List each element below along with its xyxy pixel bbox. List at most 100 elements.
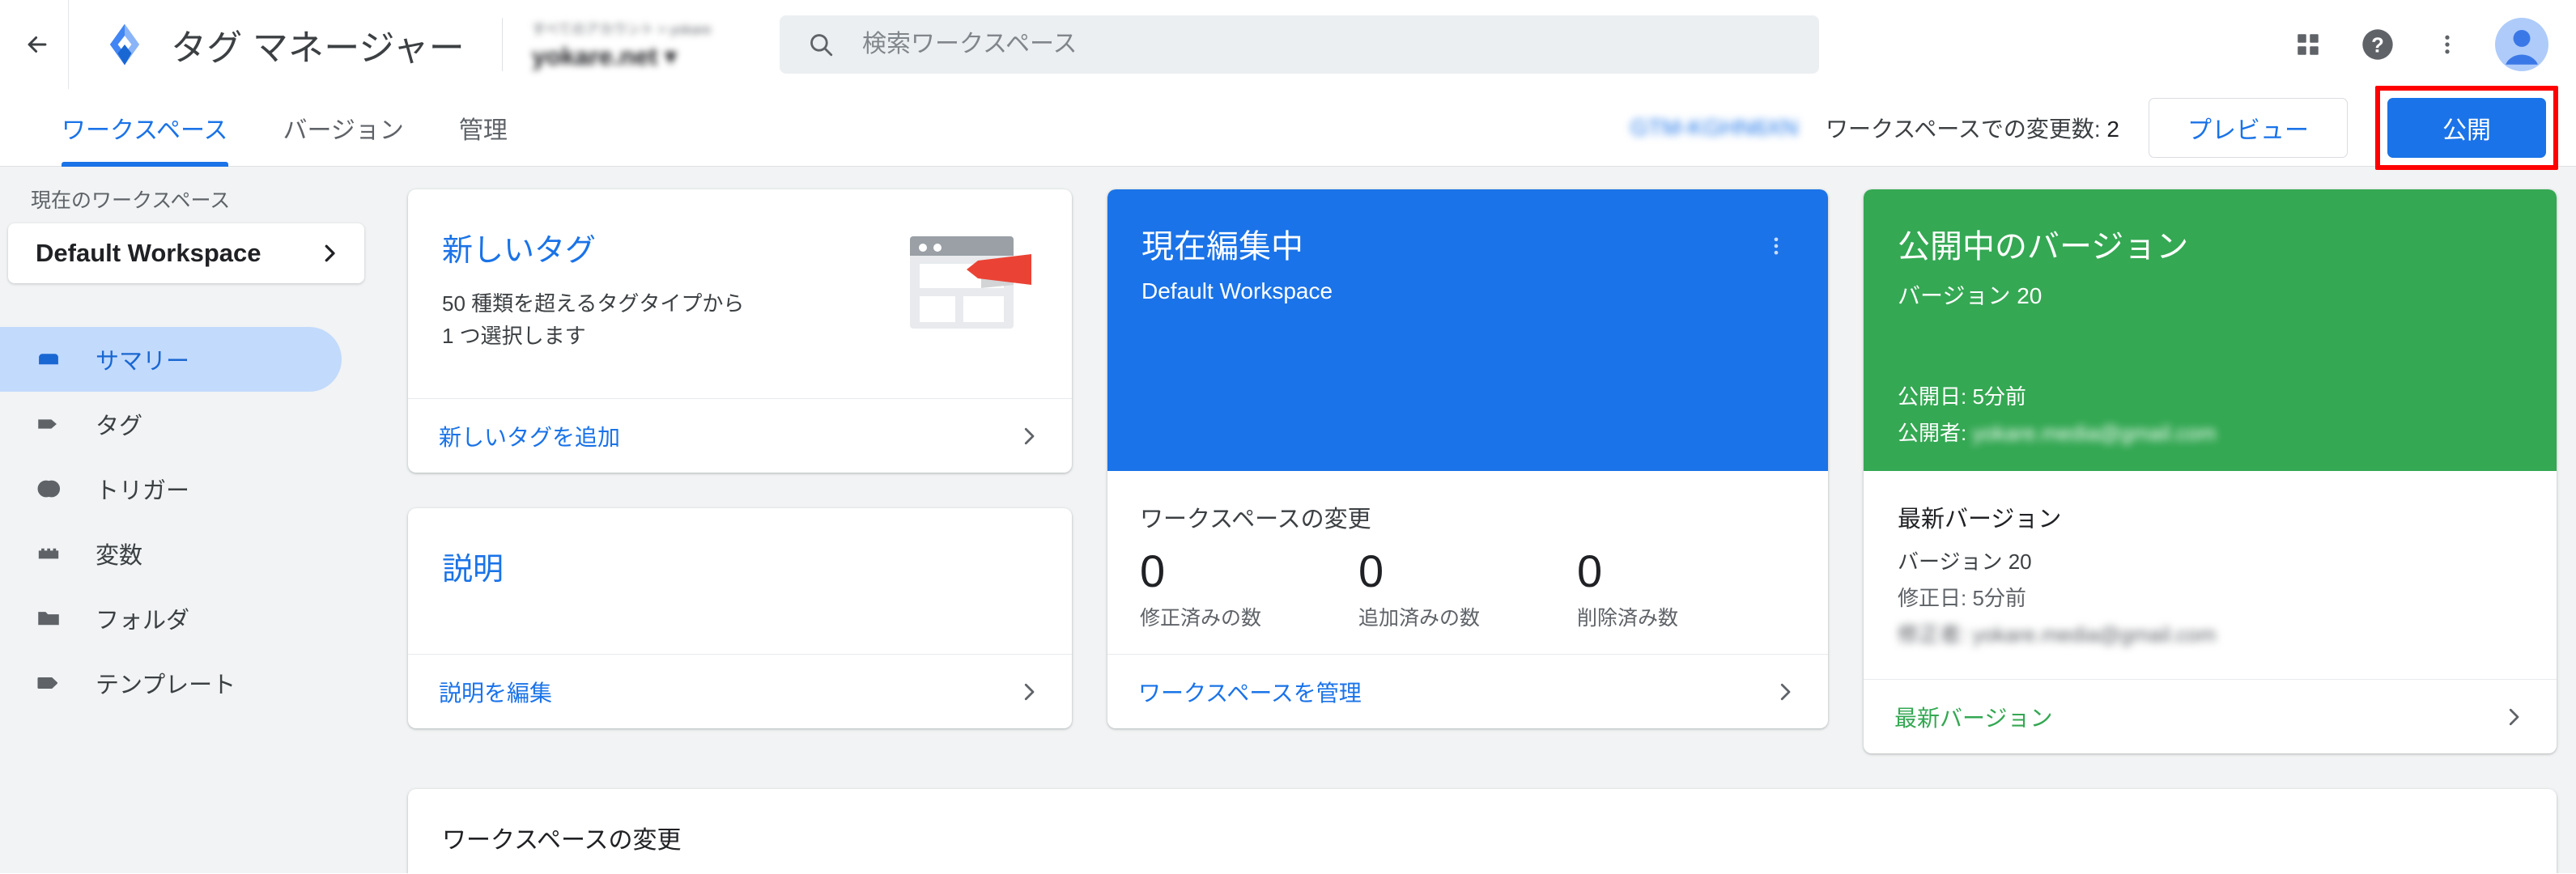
workspace-changes-title: ワークスペースの変更 bbox=[1140, 507, 1371, 532]
published-by-label: 公開者: bbox=[1898, 421, 1967, 445]
more-vert-icon[interactable] bbox=[1753, 223, 1799, 269]
new-tag-card-action-label: 新しいタグを追加 bbox=[439, 424, 621, 450]
published-version-meta: 公開日: 5分前 公開者: yokare.media@gmail.com bbox=[1898, 380, 2523, 471]
summary-icon bbox=[31, 346, 66, 373]
tag-manager-logo bbox=[101, 21, 148, 68]
variable-icon bbox=[31, 540, 66, 567]
stat-deleted: 0 削除済み数 bbox=[1577, 544, 1796, 631]
workspace-changes-card-title: ワークスペースの変更 bbox=[442, 827, 682, 854]
workspace-selector[interactable]: Default Workspace bbox=[8, 223, 364, 283]
stat-modified: 0 修正済みの数 bbox=[1140, 544, 1358, 631]
sidebar-item-tags[interactable]: タグ bbox=[0, 392, 342, 456]
trigger-icon bbox=[31, 475, 66, 503]
main-content: 新しいタグ 50 種類を超えるタグタイプから 1 つ選択します 新しいタグを追加… bbox=[389, 167, 2576, 873]
sidebar-item-tags-label: タグ bbox=[96, 414, 143, 439]
new-tag-illustration bbox=[903, 231, 1038, 342]
account-breadcrumb: すべてのアカウント > yokare bbox=[531, 22, 712, 37]
manage-workspace-action[interactable]: ワークスペースを管理 bbox=[1107, 654, 1828, 728]
stat-deleted-value: 0 bbox=[1577, 545, 1603, 596]
sidebar-item-summary[interactable]: サマリー bbox=[0, 327, 342, 392]
sidebar-item-templates[interactable]: テンプレート bbox=[0, 651, 342, 715]
template-icon bbox=[31, 669, 66, 697]
description-card: 説明 説明を編集 bbox=[408, 508, 1072, 728]
sidebar-item-triggers[interactable]: トリガー bbox=[0, 456, 342, 521]
publish-button-highlight: 公開 bbox=[2375, 85, 2558, 170]
tab-workspace-label: ワークスペース bbox=[62, 117, 228, 144]
workspace-changes-body: ワークスペースの変更 0 修正済みの数 0 追加済みの数 0 削除済み数 bbox=[1107, 471, 1828, 654]
description-card-action-label: 説明を編集 bbox=[439, 680, 553, 706]
editing-workspace-subtitle: Default Workspace bbox=[1141, 278, 1333, 303]
tab-workspace[interactable]: ワークスペース bbox=[34, 89, 256, 167]
published-version-card: 公開中のバージョン バージョン 20 公開日: 5分前 公開者: yokare.… bbox=[1864, 189, 2557, 753]
svg-text:?: ? bbox=[2371, 35, 2384, 57]
tab-versions[interactable]: バージョン bbox=[256, 89, 431, 167]
tab-admin[interactable]: 管理 bbox=[431, 89, 535, 167]
new-tag-card-title: 新しいタグ bbox=[442, 234, 597, 268]
tab-bar-actions: GTM-KGHN6XN ワークスペースでの変更数: 2 プレビュー 公開 bbox=[1630, 85, 2576, 170]
cards-grid: 新しいタグ 50 種類を超えるタグタイプから 1 つ選択します 新しいタグを追加… bbox=[408, 189, 2557, 753]
more-vert-icon[interactable] bbox=[2412, 10, 2482, 79]
apps-grid-icon[interactable] bbox=[2273, 10, 2343, 79]
new-tag-card-description: 50 種類を超えるタグタイプから 1 つ選択します bbox=[442, 287, 887, 353]
folder-icon bbox=[31, 605, 66, 632]
account-switcher[interactable]: すべてのアカウント > yokare yokare.net ▾ bbox=[532, 18, 767, 71]
sidebar-item-folders-label: フォルダ bbox=[96, 608, 190, 634]
tabs: ワークスペース バージョン 管理 bbox=[34, 89, 535, 167]
brand[interactable]: タグ マネージャー bbox=[69, 19, 465, 70]
published-version-subtitle: バージョン 20 bbox=[1898, 283, 2043, 308]
sidebar-item-variables-label: 変数 bbox=[96, 543, 143, 569]
sidebar-item-folders[interactable]: フォルダ bbox=[0, 586, 342, 651]
new-tag-card-body: 新しいタグ 50 種類を超えるタグタイプから 1 つ選択します bbox=[408, 189, 1072, 398]
left-column: 新しいタグ 50 種類を超えるタグタイプから 1 つ選択します 新しいタグを追加… bbox=[408, 189, 1072, 728]
middle-column: 現在編集中 Default Workspace ワークスペースの変更 0 修正済… bbox=[1107, 189, 1828, 729]
right-column: 公開中のバージョン バージョン 20 公開日: 5分前 公開者: yokare.… bbox=[1864, 189, 2557, 753]
preview-button[interactable]: プレビュー bbox=[2149, 97, 2348, 158]
sidebar-nav: サマリー タグ トリガー 変数 フォルダ テンプレート bbox=[0, 327, 389, 715]
new-tag-card: 新しいタグ 50 種類を超えるタグタイプから 1 つ選択します 新しいタグを追加 bbox=[408, 189, 1072, 473]
workspace-selector-name: Default Workspace bbox=[36, 239, 261, 267]
new-tag-card-text: 新しいタグ 50 種類を超えるタグタイプから 1 つ選択します bbox=[442, 225, 887, 353]
chevron-right-icon bbox=[1017, 424, 1041, 448]
description-card-title: 説明 bbox=[442, 553, 504, 587]
stat-added: 0 追加済みの数 bbox=[1358, 544, 1577, 631]
topbar-actions: ? bbox=[2273, 10, 2548, 79]
stat-added-label: 追加済みの数 bbox=[1358, 607, 1481, 630]
avatar[interactable] bbox=[2495, 18, 2548, 71]
search-icon bbox=[807, 31, 835, 58]
new-tag-desc-line2: 1 つ選択します bbox=[442, 324, 586, 349]
editing-workspace-hero-text: 現在編集中 Default Workspace bbox=[1141, 220, 1753, 471]
page-body: 現在のワークスペース Default Workspace サマリー タグ トリガ… bbox=[0, 167, 2576, 873]
manage-workspace-label: ワークスペースを管理 bbox=[1138, 680, 1362, 706]
latest-version-modified-by: 修正者: yokare.media@gmail.com bbox=[1898, 618, 2523, 648]
workspace-changes-stats: 0 修正済みの数 0 追加済みの数 0 削除済み数 bbox=[1140, 544, 1796, 631]
latest-version-modified-by-value: yokare.media@gmail.com bbox=[1972, 622, 2217, 647]
new-tag-desc-line1: 50 種類を超えるタグタイプから bbox=[442, 291, 745, 316]
account-name: yokare.net ▾ bbox=[531, 42, 678, 70]
stat-modified-value: 0 bbox=[1140, 545, 1166, 596]
workspace-changes-card: ワークスペースの変更 bbox=[408, 789, 2557, 873]
latest-version-action[interactable]: 最新バージョン bbox=[1864, 679, 2557, 753]
workspace-changes-value: 2 bbox=[2106, 116, 2119, 142]
new-tag-card-action[interactable]: 新しいタグを追加 bbox=[408, 398, 1072, 473]
stat-modified-label: 修正済みの数 bbox=[1140, 607, 1262, 630]
tag-icon bbox=[31, 410, 66, 438]
latest-version-modified: 修正日: 5分前 bbox=[1898, 586, 2026, 610]
publish-button[interactable]: 公開 bbox=[2387, 97, 2546, 158]
published-by-value: yokare.media@gmail.com bbox=[1972, 421, 2217, 445]
sidebar-item-variables[interactable]: 変数 bbox=[0, 521, 342, 586]
published-date: 公開日: 5分前 bbox=[1898, 384, 2026, 409]
workspace-changes-count: ワークスペースでの変更数: 2 bbox=[1826, 112, 2119, 144]
help-circle-icon[interactable]: ? bbox=[2343, 10, 2412, 79]
description-card-action[interactable]: 説明を編集 bbox=[408, 654, 1072, 728]
back-arrow-icon[interactable] bbox=[15, 22, 60, 67]
sidebar-item-triggers-label: トリガー bbox=[96, 478, 190, 504]
sidebar-item-templates-label: テンプレート bbox=[96, 672, 236, 698]
app-title: タグ マネージャー bbox=[171, 28, 465, 68]
search-input[interactable] bbox=[861, 31, 1792, 58]
search-box[interactable] bbox=[779, 15, 1819, 74]
current-workspace-label: 現在のワークスペース bbox=[31, 189, 231, 212]
chevron-right-icon bbox=[1773, 680, 1797, 704]
editing-workspace-card: 現在編集中 Default Workspace ワークスペースの変更 0 修正済… bbox=[1107, 189, 1828, 729]
top-bar: タグ マネージャー すべてのアカウント > yokare yokare.net … bbox=[0, 0, 2576, 89]
latest-version-body: 最新バージョン バージョン 20 修正日: 5分前 修正者: yokare.me… bbox=[1864, 471, 2557, 679]
